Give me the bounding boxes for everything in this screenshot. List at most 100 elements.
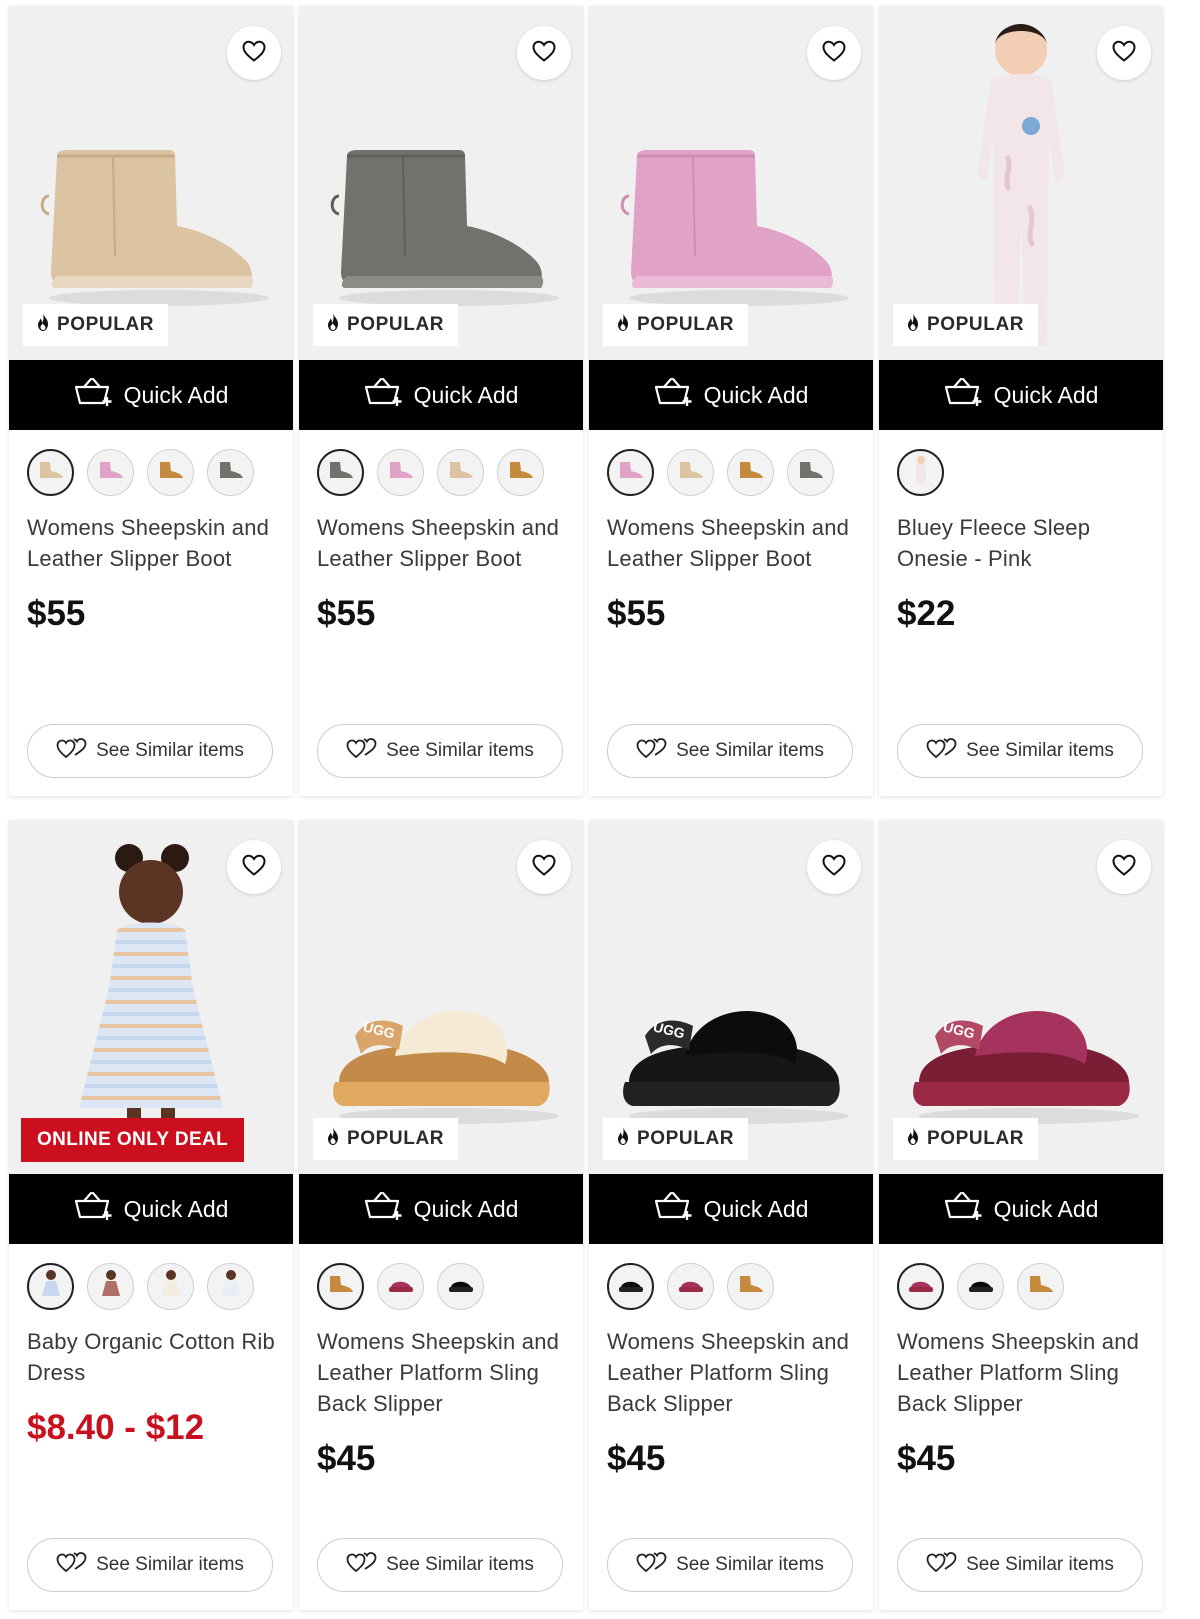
product-card[interactable]: POPULAR Quick Add Womens Sheepskin and L… [589, 6, 873, 796]
flame-icon [325, 312, 341, 338]
product-title[interactable]: Womens Sheepskin and Leather Platform Sl… [589, 1326, 873, 1419]
product-image-area[interactable]: UGG POPULAR [299, 820, 583, 1174]
color-swatch-pink[interactable] [607, 449, 654, 496]
product-card[interactable]: UGG POPULAR Quick Add Womens Sheepskin a… [299, 820, 583, 1610]
color-swatches [589, 430, 873, 512]
quick-add-label: Quick Add [413, 1195, 519, 1222]
see-similar-button[interactable]: See Similar items [607, 1538, 853, 1592]
product-price: $45 [317, 1439, 376, 1478]
product-image-area[interactable]: UGG POPULAR [879, 820, 1163, 1174]
wishlist-button[interactable] [227, 840, 281, 894]
product-card[interactable]: UGG POPULAR Quick Add Womens Sheepskin a… [879, 820, 1163, 1610]
wishlist-button[interactable] [517, 26, 571, 80]
color-swatches [9, 1244, 293, 1326]
product-card[interactable]: POPULAR Quick Add Bluey Fleece Sleep One… [879, 6, 1163, 796]
product-price: $45 [897, 1439, 956, 1478]
heart-icon [821, 39, 847, 68]
heart-icon [241, 39, 267, 68]
color-swatch-stripe[interactable] [27, 1263, 74, 1310]
hearts-outline-icon [926, 1550, 958, 1580]
basket-plus-icon [944, 377, 984, 413]
product-image-area[interactable]: POPULAR [589, 6, 873, 360]
see-similar-button[interactable]: See Similar items [897, 1538, 1143, 1592]
quick-add-button[interactable]: Quick Add [299, 1174, 583, 1244]
see-similar-button[interactable]: See Similar items [27, 724, 273, 778]
flame-icon [35, 312, 51, 338]
color-swatch-burgundy[interactable] [667, 1263, 714, 1310]
wishlist-button[interactable] [1097, 840, 1151, 894]
quick-add-button[interactable]: Quick Add [9, 360, 293, 430]
swatch-thumbnail [96, 459, 126, 486]
see-similar-button[interactable]: See Similar items [897, 724, 1143, 778]
product-title[interactable]: Womens Sheepskin and Leather Slipper Boo… [589, 512, 873, 574]
swatch-thumbnail [736, 1273, 766, 1300]
wishlist-button[interactable] [807, 26, 861, 80]
quick-add-label: Quick Add [703, 381, 809, 408]
wishlist-button[interactable] [1097, 26, 1151, 80]
color-swatch-pink[interactable] [377, 449, 424, 496]
color-swatch-white[interactable] [207, 1263, 254, 1310]
flame-icon [325, 1126, 341, 1152]
swatch-thumbnail [906, 1273, 936, 1300]
product-image-area[interactable]: POPULAR [879, 6, 1163, 360]
product-card[interactable]: POPULAR Quick Add Womens Sheepskin and L… [9, 6, 293, 796]
color-swatch-black[interactable] [957, 1263, 1004, 1310]
quick-add-button[interactable]: Quick Add [589, 360, 873, 430]
product-image-area[interactable]: ONLINE ONLY DEAL [9, 820, 293, 1174]
color-swatch-chestnut[interactable] [1017, 1263, 1064, 1310]
quick-add-button[interactable]: Quick Add [879, 360, 1163, 430]
popular-badge-label: POPULAR [57, 314, 155, 335]
see-similar-button[interactable]: See Similar items [317, 1538, 563, 1592]
color-swatch-onesie[interactable] [897, 449, 944, 496]
color-swatch-chestnut[interactable] [497, 449, 544, 496]
popular-badge: POPULAR [893, 304, 1039, 346]
product-title[interactable]: Womens Sheepskin and Leather Slipper Boo… [299, 512, 583, 574]
color-swatch-grey[interactable] [787, 449, 834, 496]
color-swatch-chestnut[interactable] [727, 449, 774, 496]
swatch-thumbnail [99, 1269, 123, 1304]
color-swatch-grey[interactable] [317, 449, 364, 496]
deal-badge-label: ONLINE ONLY DEAL [37, 1129, 229, 1150]
wishlist-button[interactable] [227, 26, 281, 80]
quick-add-button[interactable]: Quick Add [589, 1174, 873, 1244]
color-swatch-black[interactable] [437, 1263, 484, 1310]
see-similar-button[interactable]: See Similar items [27, 1538, 273, 1592]
hearts-outline-icon [926, 736, 958, 766]
color-swatch-sand[interactable] [27, 449, 74, 496]
quick-add-button[interactable]: Quick Add [299, 360, 583, 430]
color-swatch-burgundy[interactable] [377, 1263, 424, 1310]
product-title[interactable]: Bluey Fleece Sleep Onesie - Pink [879, 512, 1163, 574]
color-swatch-grey[interactable] [207, 449, 254, 496]
product-card[interactable]: UGG POPULAR Quick Add Womens Sheepskin a… [589, 820, 873, 1610]
product-title[interactable]: Womens Sheepskin and Leather Slipper Boo… [9, 512, 293, 574]
color-swatches [9, 430, 293, 512]
wishlist-button[interactable] [517, 840, 571, 894]
product-image-area[interactable]: UGG POPULAR [589, 820, 873, 1174]
color-swatch-sand[interactable] [667, 449, 714, 496]
see-similar-button[interactable]: See Similar items [317, 724, 563, 778]
color-swatch-black[interactable] [607, 1263, 654, 1310]
product-title[interactable]: Baby Organic Cotton Rib Dress [9, 1326, 293, 1388]
color-swatch-floral[interactable] [87, 1263, 134, 1310]
quick-add-button[interactable]: Quick Add [879, 1174, 1163, 1244]
product-image-area[interactable]: POPULAR [299, 6, 583, 360]
quick-add-button[interactable]: Quick Add [9, 1174, 293, 1244]
wishlist-button[interactable] [807, 840, 861, 894]
swatch-thumbnail [219, 1269, 243, 1304]
color-swatch-chestnut[interactable] [147, 449, 194, 496]
popular-badge-label: POPULAR [637, 1128, 735, 1149]
product-card[interactable]: POPULAR Quick Add Womens Sheepskin and L… [299, 6, 583, 796]
color-swatch-sand[interactable] [437, 449, 484, 496]
product-card[interactable]: ONLINE ONLY DEAL Quick Add Baby Organic … [9, 820, 293, 1610]
product-title[interactable]: Womens Sheepskin and Leather Platform Sl… [879, 1326, 1163, 1419]
product-image-area[interactable]: POPULAR [9, 6, 293, 360]
color-swatch-cream[interactable] [147, 1263, 194, 1310]
color-swatch-pink[interactable] [87, 449, 134, 496]
color-swatch-chestnut[interactable] [317, 1263, 364, 1310]
popular-badge: POPULAR [23, 304, 169, 346]
color-swatch-burgundy[interactable] [897, 1263, 944, 1310]
see-similar-button[interactable]: See Similar items [607, 724, 853, 778]
product-title[interactable]: Womens Sheepskin and Leather Platform Sl… [299, 1326, 583, 1419]
color-swatch-chestnut[interactable] [727, 1263, 774, 1310]
popular-badge: POPULAR [603, 1118, 749, 1160]
